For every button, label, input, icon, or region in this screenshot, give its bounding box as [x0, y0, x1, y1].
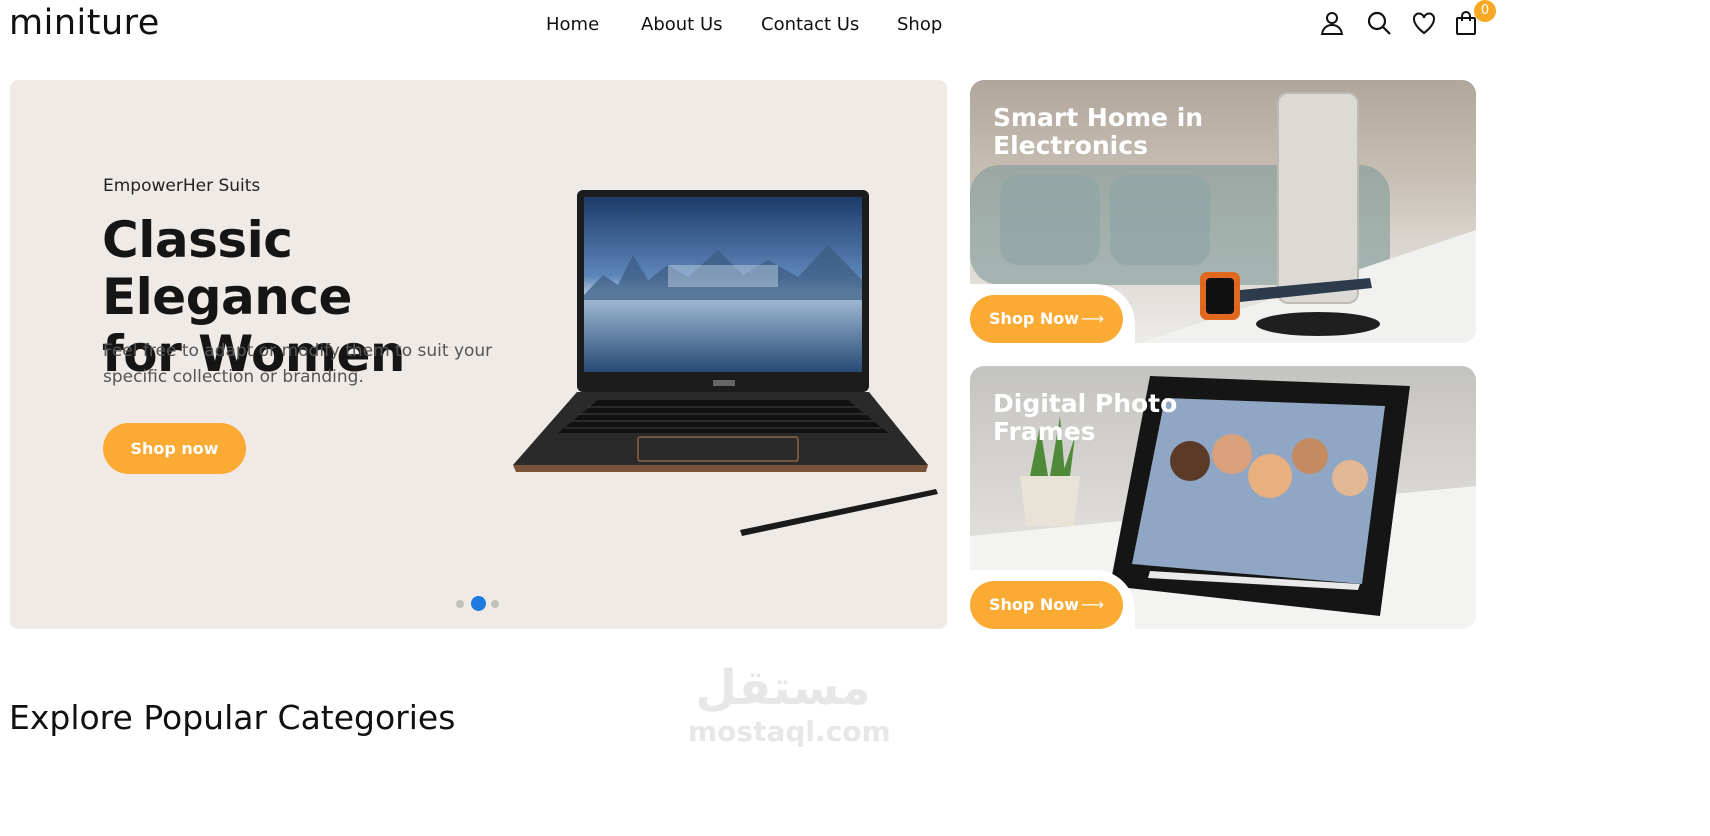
heart-icon[interactable] [1411, 10, 1437, 36]
cart-count-badge: 0 [1474, 0, 1496, 22]
card-title-line-1: Digital Photo [993, 389, 1178, 418]
hero-eyebrow: EmpowerHer Suits [103, 176, 261, 196]
arrow-right-icon: ⟶ [1081, 309, 1105, 328]
watermark-arabic: مستقل [695, 660, 871, 716]
hero-description: Feel free to adapt or modify them to sui… [103, 341, 493, 387]
slider-dots [455, 596, 503, 612]
card-title: Digital Photo Frames [993, 390, 1253, 446]
hero-shop-now-button[interactable]: Shop now [103, 423, 246, 474]
laptop-image [513, 190, 938, 536]
card-title-line-1: Smart Home in [993, 103, 1204, 132]
site-header: miniture Home About Us Contact Us Shop 0 [0, 0, 1710, 48]
smart-home-shop-now-button[interactable]: Shop Now ⟶ [970, 295, 1123, 343]
watermark-latin: mostaql.com [688, 715, 891, 748]
hero-slider: EmpowerHer Suits Classic Elegance for Wo… [10, 80, 947, 629]
user-icon[interactable] [1319, 10, 1345, 36]
shop-now-label: Shop Now [988, 309, 1080, 328]
card-title-line-2: Electronics [993, 131, 1148, 160]
slider-dot-1[interactable] [456, 600, 464, 608]
hero-title-line-1: Classic Elegance [102, 211, 352, 326]
slider-dot-2[interactable] [471, 596, 486, 611]
search-icon[interactable] [1366, 10, 1392, 36]
watermark: مستقل mostaql.com [688, 660, 891, 752]
site-logo[interactable]: miniture [9, 0, 160, 46]
promo-card-photo-frames: Digital Photo Frames Shop Now ⟶ [970, 366, 1476, 629]
slider-dot-3[interactable] [491, 600, 499, 608]
card-title: Smart Home in Electronics [993, 104, 1253, 160]
section-title-popular-categories: Explore Popular Categories [9, 698, 456, 737]
nav-shop[interactable]: Shop [897, 12, 942, 38]
promo-card-smart-home: Smart Home in Electronics Shop Now ⟶ [970, 80, 1476, 343]
nav-about-us[interactable]: About Us [641, 12, 723, 38]
arrow-right-icon: ⟶ [1081, 595, 1105, 614]
card-title-line-2: Frames [993, 417, 1096, 446]
nav-contact-us[interactable]: Contact Us [761, 12, 859, 38]
nav-home[interactable]: Home [546, 12, 599, 38]
shop-now-label: Shop Now [988, 595, 1080, 614]
photo-frames-shop-now-button[interactable]: Shop Now ⟶ [970, 581, 1123, 629]
